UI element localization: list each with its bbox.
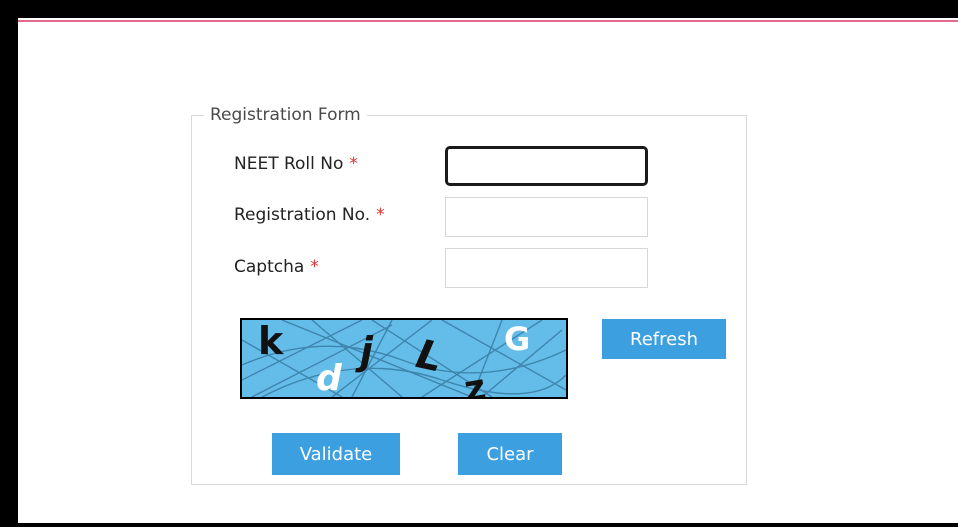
registration-no-label-text: Registration No.: [234, 205, 371, 225]
captcha-char: k: [258, 320, 284, 363]
registration-no-label: Registration No. *: [234, 205, 385, 225]
form-legend: Registration Form: [204, 105, 367, 125]
captcha-char: d: [316, 358, 343, 397]
required-marker: *: [310, 257, 319, 277]
captcha-label-text: Captcha: [234, 257, 305, 277]
refresh-captcha-button[interactable]: Refresh: [602, 319, 726, 359]
clear-button[interactable]: Clear: [458, 433, 562, 475]
top-divider: [18, 20, 958, 22]
captcha-label: Captcha *: [234, 257, 319, 277]
neet-roll-no-input[interactable]: [445, 146, 648, 186]
neet-roll-no-label: NEET Roll No *: [234, 154, 358, 174]
captcha-char: z: [461, 367, 489, 397]
validate-button[interactable]: Validate: [272, 433, 400, 475]
required-marker: *: [376, 205, 385, 225]
captcha-char: L: [412, 331, 447, 381]
registration-form: Registration Form NEET Roll No * Registra…: [191, 105, 747, 485]
captcha-noise: k d j L z G: [242, 320, 566, 397]
neet-roll-no-label-text: NEET Roll No: [234, 154, 344, 174]
page: Registration Form NEET Roll No * Registra…: [18, 18, 958, 523]
registration-no-input[interactable]: [445, 197, 648, 237]
captcha-char: G: [504, 320, 530, 358]
captcha-image: k d j L z G: [240, 318, 568, 399]
captcha-input[interactable]: [445, 248, 648, 288]
required-marker: *: [349, 154, 358, 174]
